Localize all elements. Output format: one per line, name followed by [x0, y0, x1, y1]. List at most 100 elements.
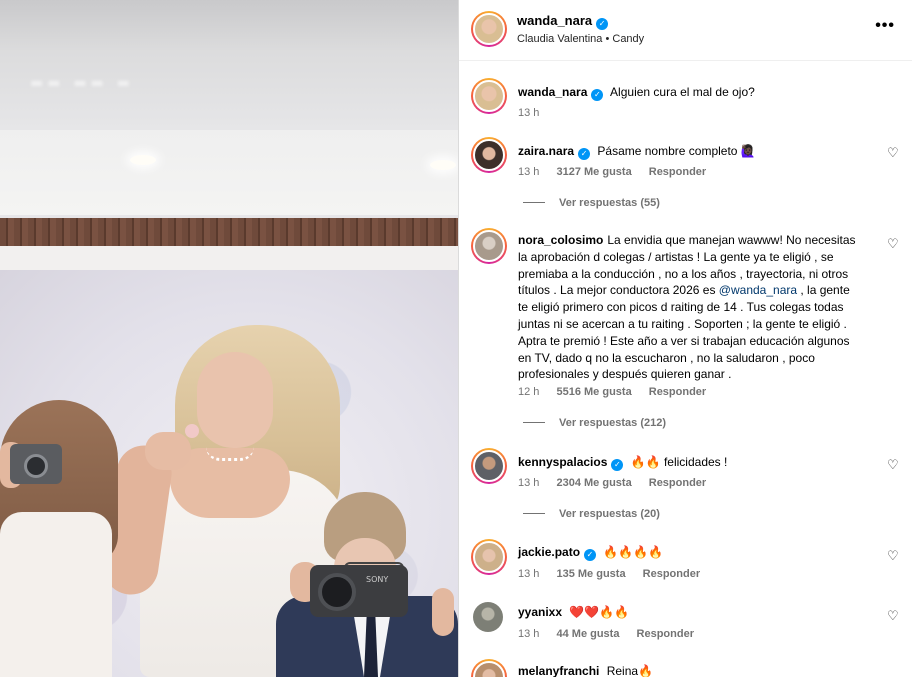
view-replies-label[interactable]: Ver respuestas (212)	[559, 417, 666, 429]
verified-badge-icon: ✓	[611, 459, 624, 471]
comment-meta: 13 h 135 Me gusta Responder	[518, 568, 714, 580]
comments-panel: wanda_nara ✓ Claudia Valentina • Candy ••…	[458, 0, 912, 677]
comment-avatar[interactable]	[471, 539, 507, 575]
heart-outline-icon[interactable]: ♡	[887, 238, 901, 252]
comment-body: Pásame nombre completo	[597, 144, 738, 158]
comment-username[interactable]: kennyspalacios ✓	[518, 455, 624, 471]
heart-outline-icon[interactable]: ♡	[887, 610, 901, 624]
caption-text: wanda_nara ✓ Alguien cura el mal de ojo?	[518, 84, 863, 101]
verified-badge-icon: ✓	[584, 549, 597, 561]
replies-divider	[523, 202, 545, 203]
photo-ceiling-light	[130, 155, 156, 165]
comment-time[interactable]: 13 h	[518, 477, 539, 489]
comment-username[interactable]: yyanixx	[518, 605, 562, 619]
boy-thumb	[432, 588, 454, 636]
view-replies-button[interactable]: Ver respuestas (212)	[523, 417, 666, 429]
comment-body: Reina	[606, 664, 639, 677]
caption-body: Alguien cura el mal de ojo?	[610, 85, 755, 99]
comment-meta: 13 h 44 Me gusta Responder	[518, 628, 708, 640]
comment-likes[interactable]: 44 Me gusta	[556, 628, 619, 640]
reply-button[interactable]: Responder	[637, 628, 694, 640]
photo-wall-trim	[0, 246, 458, 270]
photo-soffit	[0, 130, 458, 215]
comment-avatar[interactable]	[471, 448, 507, 484]
woman-face	[197, 352, 273, 448]
photo-wood-beam	[0, 218, 458, 246]
heart-outline-icon[interactable]: ♡	[887, 147, 901, 161]
camcorder-brand: SONY	[366, 575, 389, 584]
girl-camera-icon	[10, 444, 62, 484]
comment-body: felicidades !	[663, 455, 728, 469]
comment-text: kennyspalacios ✓ 🔥🔥 felicidades !	[518, 454, 863, 471]
caption-meta: 13 h	[518, 107, 553, 119]
view-replies-button[interactable]: Ver respuestas (55)	[523, 197, 660, 209]
comment-time[interactable]: 13 h	[518, 166, 539, 178]
comment-mention-link[interactable]: @wanda_nara	[719, 283, 797, 297]
comment-text: yyanixx ❤️❤️🔥🔥	[518, 604, 863, 621]
comment-text: jackie.pato ✓ 🔥🔥🔥🔥	[518, 544, 863, 561]
author-username[interactable]: wanda_nara ✓	[517, 13, 609, 30]
boy-camcorder-icon: SONY	[310, 565, 408, 617]
comment-likes[interactable]: 3127 Me gusta	[556, 166, 631, 178]
comment-time[interactable]: 13 h	[518, 568, 539, 580]
comment-time[interactable]: 12 h	[518, 386, 539, 398]
view-replies-label[interactable]: Ver respuestas (55)	[559, 197, 660, 209]
comment-username-text[interactable]: jackie.pato	[518, 545, 580, 559]
post-photo[interactable]: ▬▬ ▬▬ ▬ SONY	[0, 0, 458, 677]
woman-necklace	[206, 447, 254, 461]
comment-username-text[interactable]: kennyspalacios	[518, 455, 607, 469]
caption-avatar[interactable]	[471, 78, 507, 114]
photo-ceiling-light	[430, 160, 456, 170]
woman-ring	[185, 424, 199, 438]
verified-badge-icon: ✓	[591, 89, 604, 101]
comment-meta: 13 h 2304 Me gusta Responder	[518, 477, 720, 489]
photo-background-sign: ▬▬ ▬▬ ▬	[30, 75, 134, 91]
comment-likes[interactable]: 2304 Me gusta	[556, 477, 631, 489]
comment-likes[interactable]: 135 Me gusta	[556, 568, 625, 580]
fire-emoji-icon: 🔥🔥🔥🔥	[603, 545, 664, 559]
woman-hand	[145, 432, 191, 470]
comment-text: nora_colosimo La envidia que manejan waww…	[518, 232, 863, 383]
comment-username[interactable]: nora_colosimo	[518, 233, 603, 247]
comment-avatar[interactable]	[473, 602, 503, 632]
comment-username-text[interactable]: zaira.nara	[518, 144, 574, 158]
replies-divider	[523, 513, 545, 514]
heart-outline-icon[interactable]: ♡	[887, 550, 901, 564]
reply-button[interactable]: Responder	[649, 386, 706, 398]
post-viewer: ▬▬ ▬▬ ▬ SONY wanda_nara ✓ Claudia Valent…	[0, 0, 912, 677]
verified-badge-icon: ✓	[596, 18, 609, 30]
heart-fire-emoji-icon: ❤️❤️🔥🔥	[569, 605, 630, 619]
comment-avatar[interactable]	[471, 659, 507, 677]
comment-meta: 13 h 3127 Me gusta Responder	[518, 166, 720, 178]
caption-username[interactable]: wanda_nara ✓	[518, 85, 604, 101]
comment-avatar[interactable]	[471, 228, 507, 264]
replies-divider	[523, 422, 545, 423]
comment-meta: 12 h 5516 Me gusta Responder	[518, 386, 720, 398]
caption-time[interactable]: 13 h	[518, 107, 539, 119]
caption-username-text[interactable]: wanda_nara	[518, 85, 587, 99]
photo-ceiling	[0, 0, 458, 130]
reply-button[interactable]: Responder	[649, 166, 706, 178]
audio-track[interactable]: Claudia Valentina • Candy	[517, 33, 644, 45]
verified-badge-icon: ✓	[578, 148, 591, 160]
view-replies-label[interactable]: Ver respuestas (20)	[559, 508, 660, 520]
view-replies-button[interactable]: Ver respuestas (20)	[523, 508, 660, 520]
comment-username[interactable]: zaira.nara ✓	[518, 144, 591, 160]
more-horizontal-icon[interactable]: •••	[875, 17, 895, 35]
comment-time[interactable]: 13 h	[518, 628, 539, 640]
comment-emoji: 🙋🏿‍♀️	[740, 144, 756, 158]
post-header: wanda_nara ✓ Claudia Valentina • Candy ••…	[459, 0, 912, 61]
reply-button[interactable]: Responder	[649, 477, 706, 489]
comment-body-continued: , la gente te eligió primero con picos d…	[518, 283, 850, 382]
comment-avatar[interactable]	[471, 137, 507, 173]
reply-button[interactable]: Responder	[643, 568, 700, 580]
comment-username[interactable]: jackie.pato ✓	[518, 545, 597, 561]
heart-outline-icon[interactable]: ♡	[887, 459, 901, 473]
author-avatar[interactable]	[471, 11, 507, 47]
comment-username[interactable]: melanyfranchi	[518, 664, 599, 677]
fire-emoji-icon: 🔥	[638, 664, 654, 677]
comment-likes[interactable]: 5516 Me gusta	[556, 386, 631, 398]
comment-text: melanyfranchi Reina🔥	[518, 663, 863, 677]
fire-emoji-icon: 🔥🔥	[630, 455, 661, 469]
author-username-text[interactable]: wanda_nara	[517, 13, 592, 28]
